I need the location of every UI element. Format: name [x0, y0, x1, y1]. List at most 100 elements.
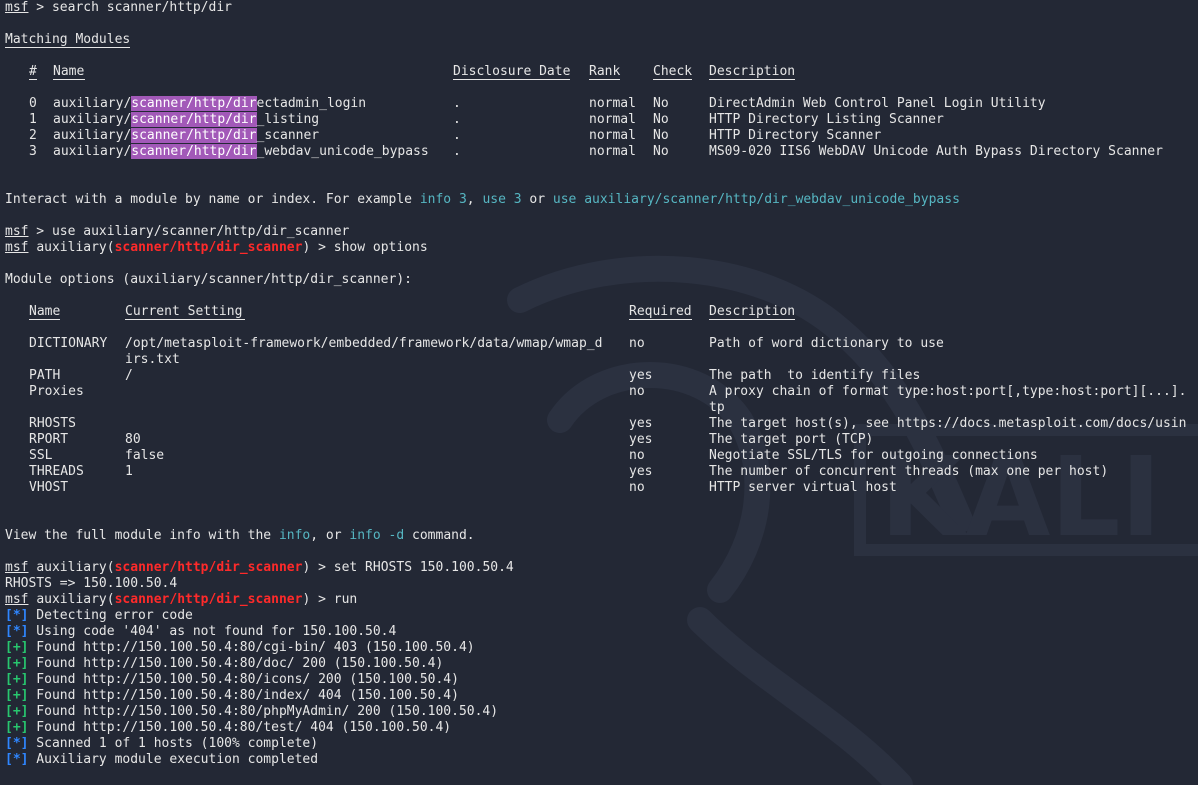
option-row: SSL false no Negotiate SSL/TLS for outgoing… — [5, 448, 1198, 464]
option-description: The target host(s), see https://docs.met… — [709, 416, 1187, 431]
prompt-line-show: msf auxiliary(scanner/http/dir_scanner) … — [5, 240, 428, 255]
option-required: yes — [629, 368, 653, 383]
option-setting: false — [125, 448, 165, 463]
run-output-text: Auxiliary module execution completed — [28, 752, 319, 767]
link-use-3[interactable]: use 3 — [482, 192, 521, 207]
option-setting-wrap: irs.txt — [125, 352, 180, 367]
module-name: auxiliary/scanner/http/dir_webdav_unicod… — [53, 144, 429, 159]
terminal[interactable]: msf > search scanner/http/dir Matching M… — [5, 0, 1198, 768]
status-info-tag: [*] — [5, 624, 29, 639]
option-description: HTTP server virtual host — [709, 480, 897, 495]
module-description: HTTP Directory Listing Scanner — [709, 112, 944, 127]
option-row-wrap: tp — [5, 400, 1198, 416]
run-output-text: Found http://150.100.50.4:80/cgi-bin/ 40… — [28, 640, 475, 655]
info-hint: View the full module info with the info,… — [5, 528, 475, 543]
interact-hint: Interact with a module by name or index.… — [5, 192, 960, 207]
option-description-wrap: tp — [709, 400, 725, 415]
option-setting: 80 — [125, 432, 141, 447]
module-date: . — [453, 112, 461, 127]
prompt-line-use: msf > use auxiliary/scanner/http/dir_sca… — [5, 224, 350, 239]
run-output-text: Using code '404' as not found for 150.10… — [28, 624, 397, 639]
prompt-line-run: msf auxiliary(scanner/http/dir_scanner) … — [5, 592, 358, 607]
option-description: The path to identify files — [709, 368, 921, 383]
option-row: Proxies no A proxy chain of format type:ho… — [5, 384, 1198, 400]
module-name: auxiliary/scanner/http/directadmin_login — [53, 96, 366, 111]
search-header-row: # Name Disclosure Date Rank Check Descri… — [29, 64, 796, 80]
module-row: 2 auxiliary/scanner/http/dir_scanner. norm… — [5, 128, 1198, 144]
module-check: No — [653, 112, 669, 127]
run-output-text: Found http://150.100.50.4:80/index/ 404 … — [28, 688, 459, 703]
module-description: HTTP Directory Scanner — [709, 128, 882, 143]
option-name: RPORT — [29, 432, 69, 447]
status-good-tag: [+] — [5, 688, 29, 703]
module-row: 1 auxiliary/scanner/http/dir_listing. norm… — [5, 112, 1198, 128]
run-output-text: Found http://150.100.50.4:80/phpMyAdmin/… — [28, 704, 499, 719]
run-output-text: Scanned 1 of 1 hosts (100% complete) — [28, 736, 319, 751]
run-output-line: [+] Found http://150.100.50.4:80/doc/ 20… — [5, 656, 1198, 672]
option-description: Path of word dictionary to use — [709, 336, 944, 351]
module-name: auxiliary/scanner/http/dir_scanner — [53, 128, 319, 143]
prompt-line-set: msf auxiliary(scanner/http/dir_scanner) … — [5, 560, 514, 575]
link-info-d[interactable]: info -d — [349, 528, 404, 543]
option-setting: / — [125, 368, 133, 383]
link-use-module[interactable]: use auxiliary/scanner/http/dir_webdav_un… — [553, 192, 960, 207]
module-name-match: scanner/http/dir — [131, 96, 257, 111]
run-output-line: [+] Found http://150.100.50.4:80/phpMyAd… — [5, 704, 1198, 720]
run-output-line: [+] Found http://150.100.50.4:80/icons/ … — [5, 672, 1198, 688]
module-date: . — [453, 128, 461, 143]
option-name: PATH — [29, 368, 61, 383]
module-name-rest: ectadmin_login — [256, 96, 367, 111]
option-setting: 1 — [125, 464, 133, 479]
module-rank: normal — [589, 112, 636, 127]
option-required: yes — [629, 464, 653, 479]
link-info[interactable]: info — [279, 528, 310, 543]
option-name: VHOST — [29, 480, 69, 495]
module-row: 0 auxiliary/scanner/http/directadmin_logi… — [5, 96, 1198, 112]
module-name: auxiliary/scanner/http/dir_listing — [53, 112, 319, 127]
module-name-match: scanner/http/dir — [131, 128, 257, 143]
module-name-match: scanner/http/dir — [131, 144, 257, 159]
option-row-wrap: irs.txt — [5, 352, 1198, 368]
option-description: The target port (TCP) — [709, 432, 874, 447]
run-output-line: [+] Found http://150.100.50.4:80/cgi-bin… — [5, 640, 1198, 656]
matching-modules-title: Matching Modules — [5, 32, 1198, 48]
module-name-prefix: auxiliary/ — [53, 144, 132, 159]
module-name-rest: _listing — [256, 112, 320, 127]
run-output-line: [*] Auxiliary module execution completed — [5, 752, 1198, 768]
run-output-line: [*] Using code '404' as not found for 15… — [5, 624, 1198, 640]
option-required: no — [629, 336, 645, 351]
module-check: No — [653, 96, 669, 111]
set-output: RHOSTS => 150.100.50.4 — [5, 576, 178, 591]
option-description: Negotiate SSL/TLS for outgoing connectio… — [709, 448, 1038, 463]
option-required: no — [629, 480, 645, 495]
option-row: VHOST no HTTP server virtual host — [5, 480, 1198, 496]
option-name: Proxies — [29, 384, 84, 399]
module-name-rest: _webdav_unicode_bypass — [256, 144, 429, 159]
run-output-line: [*] Detecting error code — [5, 608, 1198, 624]
options-title: Module options (auxiliary/scanner/http/d… — [5, 272, 412, 287]
option-required: yes — [629, 432, 653, 447]
status-info-tag: [*] — [5, 736, 29, 751]
module-rank: normal — [589, 144, 636, 159]
module-name-match: scanner/http/dir — [131, 112, 257, 127]
status-good-tag: [+] — [5, 720, 29, 735]
option-required: no — [629, 384, 645, 399]
module-name-rest: _scanner — [256, 128, 320, 143]
status-good-tag: [+] — [5, 656, 29, 671]
module-rank: normal — [589, 128, 636, 143]
option-required: no — [629, 448, 645, 463]
option-description: A proxy chain of format type:host:port[,… — [709, 384, 1187, 399]
module-name-prefix: auxiliary/ — [53, 112, 132, 127]
status-good-tag: [+] — [5, 640, 29, 655]
module-date: . — [453, 144, 461, 159]
link-info-3[interactable]: info 3 — [420, 192, 467, 207]
prompt-line-search: msf > search scanner/http/dir — [5, 0, 232, 15]
module-description: DirectAdmin Web Control Panel Login Util… — [709, 96, 1046, 111]
module-index: 3 — [29, 144, 37, 159]
module-index: 1 — [29, 112, 37, 127]
run-output-text: Found http://150.100.50.4:80/doc/ 200 (1… — [28, 656, 444, 671]
module-row: 3 auxiliary/scanner/http/dir_webdav_unico… — [5, 144, 1198, 160]
module-index: 2 — [29, 128, 37, 143]
module-rank: normal — [589, 96, 636, 111]
module-name-prefix: auxiliary/ — [53, 96, 132, 111]
